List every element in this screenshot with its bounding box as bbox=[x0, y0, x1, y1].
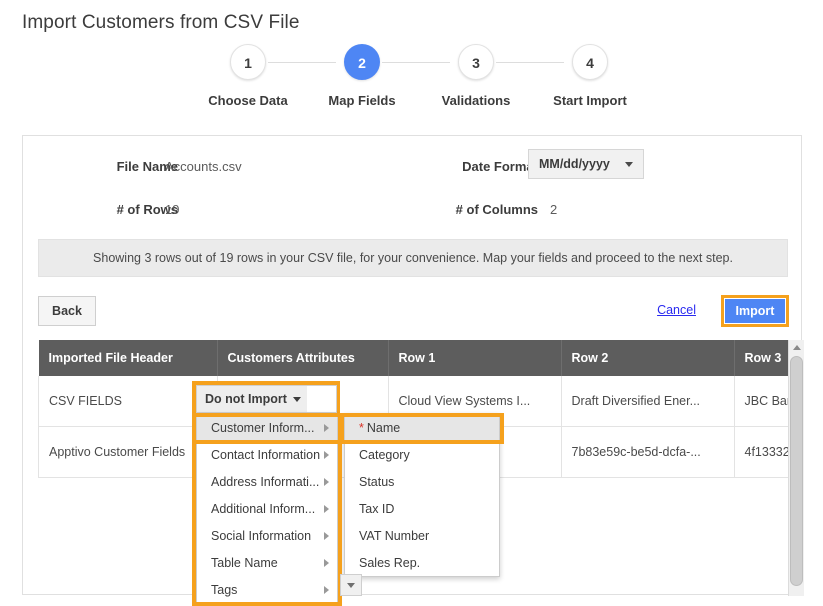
submenu-item-tax-id[interactable]: Tax ID bbox=[345, 495, 499, 522]
submenu-item-label: Status bbox=[359, 474, 395, 489]
scroll-up-arrow-icon[interactable] bbox=[789, 340, 804, 355]
menu-item-social-information[interactable]: Social Information bbox=[197, 522, 337, 549]
chevron-right-icon bbox=[324, 450, 329, 459]
chevron-right-icon bbox=[324, 531, 329, 540]
stepper-step-3[interactable]: 3 Validations bbox=[428, 44, 524, 108]
stepper-step-4-number: 4 bbox=[572, 44, 608, 80]
date-format-select[interactable]: MM/dd/yyyy bbox=[528, 149, 644, 179]
chevron-right-icon bbox=[324, 504, 329, 513]
dropdown-selected-label: Do not Import bbox=[205, 392, 287, 406]
menu-item-address-information[interactable]: Address Informati... bbox=[197, 468, 337, 495]
menu-item-label: Tags bbox=[211, 582, 238, 597]
file-name-value: Accounts.csv bbox=[165, 159, 242, 174]
submenu-item-category[interactable]: Category bbox=[345, 441, 499, 468]
submenu-item-name[interactable]: * Name bbox=[345, 414, 499, 441]
stepper-step-1-label: Choose Data bbox=[208, 93, 288, 108]
stepper-step-3-number: 3 bbox=[458, 44, 494, 80]
chevron-right-icon bbox=[324, 423, 329, 432]
submenu-item-vat-number[interactable]: VAT Number bbox=[345, 522, 499, 549]
menu-item-table-name[interactable]: Table Name bbox=[197, 549, 337, 576]
cell-csv-fields-row2: Draft Diversified Ener... bbox=[560, 376, 735, 427]
cell-apptivo-fields-row3: 4f133329-7d60-8b1a... bbox=[733, 426, 788, 478]
stepper-step-1[interactable]: 1 Choose Data bbox=[200, 44, 296, 108]
page-title: Import Customers from CSV File bbox=[22, 12, 300, 33]
table-vertical-scrollbar[interactable] bbox=[788, 340, 804, 596]
menu-item-label: Address Informati... bbox=[211, 474, 320, 489]
date-format-selected-value: MM/dd/yyyy bbox=[539, 157, 610, 171]
import-button[interactable]: Import bbox=[725, 299, 785, 323]
rows-count-value: 19 bbox=[165, 202, 180, 217]
column-header-row-2[interactable]: Row 2 bbox=[561, 340, 735, 376]
submenu-item-sales-rep[interactable]: Sales Rep. bbox=[345, 549, 499, 576]
stepper-step-4-label: Start Import bbox=[553, 93, 627, 108]
import-button-highlight: Import bbox=[721, 295, 789, 327]
info-banner-text: Showing 3 rows out of 19 rows in your CS… bbox=[93, 251, 733, 265]
triangle-up-glyph bbox=[792, 345, 801, 350]
submenu-item-status[interactable]: Status bbox=[345, 468, 499, 495]
date-format-label: Date Format bbox=[462, 159, 538, 174]
submenu-item-label: Category bbox=[359, 447, 410, 462]
cell-csv-fields-header: CSV FIELDS bbox=[38, 376, 218, 427]
submenu-item-label: Tax ID bbox=[359, 501, 395, 516]
stepper-line-2-3 bbox=[382, 62, 450, 63]
required-asterisk-icon: * bbox=[359, 420, 364, 435]
menu-item-label: Contact Information bbox=[211, 447, 321, 462]
menu-item-additional-information[interactable]: Additional Inform... bbox=[197, 495, 337, 522]
column-header-row-3[interactable]: Row 3 bbox=[734, 340, 788, 376]
dropdown-submenu-customer-information: * Name Category Status Tax ID VAT Number… bbox=[344, 413, 500, 577]
back-button[interactable]: Back bbox=[38, 296, 96, 326]
scrollbar-thumb[interactable] bbox=[790, 356, 803, 586]
stepper-step-3-label: Validations bbox=[441, 93, 511, 108]
columns-count-value: 2 bbox=[550, 202, 558, 217]
stepper-step-1-number: 1 bbox=[230, 44, 266, 80]
chevron-down-icon bbox=[292, 396, 301, 402]
menu-item-label: Social Information bbox=[211, 528, 312, 543]
column-header-row-1[interactable]: Row 1 bbox=[388, 340, 562, 376]
menu-item-label: Table Name bbox=[211, 555, 278, 570]
menu-item-customer-information[interactable]: Customer Inform... bbox=[197, 414, 337, 441]
dropdown-button-extra-field[interactable] bbox=[307, 385, 337, 413]
import-stepper: 1 Choose Data 2 Map Fields 3 Validations… bbox=[200, 44, 627, 114]
cell-csv-fields-row3: JBC Bank bbox=[733, 376, 788, 427]
column-header-imported-file-header[interactable]: Imported File Header bbox=[38, 340, 218, 376]
submenu-item-label: VAT Number bbox=[359, 528, 430, 543]
submenu-item-label: Name bbox=[366, 420, 401, 435]
menu-item-contact-information[interactable]: Contact Information bbox=[197, 441, 337, 468]
table-header-row: Imported File Header Customers Attribute… bbox=[38, 340, 788, 376]
columns-count-label: # of Columns bbox=[455, 202, 538, 217]
column-header-customers-attributes[interactable]: Customers Attributes bbox=[217, 340, 389, 376]
stepper-step-2[interactable]: 2 Map Fields bbox=[314, 44, 410, 108]
stepper-step-2-label: Map Fields bbox=[328, 93, 396, 108]
stepper-step-2-number: 2 bbox=[344, 44, 380, 80]
stepper-step-4[interactable]: 4 Start Import bbox=[542, 44, 638, 108]
scroll-down-arrow-icon[interactable] bbox=[340, 574, 362, 596]
cell-apptivo-fields-header: Apptivo Customer Fields bbox=[38, 426, 218, 478]
chevron-right-icon bbox=[324, 477, 329, 486]
dropdown-menu-level-1: Customer Inform... Contact Information A… bbox=[196, 413, 338, 604]
cell-apptivo-fields-row2: 7b83e59c-be5d-dcfa-... bbox=[560, 426, 735, 478]
stepper-line-1-2 bbox=[268, 62, 336, 63]
cancel-link[interactable]: Cancel bbox=[657, 303, 696, 317]
menu-item-label: Customer Inform... bbox=[211, 420, 315, 435]
chevron-right-icon bbox=[324, 585, 329, 594]
submenu-item-label: Sales Rep. bbox=[359, 555, 421, 570]
chevron-right-icon bbox=[324, 558, 329, 567]
menu-item-label: Additional Inform... bbox=[211, 501, 316, 516]
stepper-line-3-4 bbox=[496, 62, 564, 63]
menu-item-tags[interactable]: Tags bbox=[197, 576, 337, 603]
info-banner: Showing 3 rows out of 19 rows in your CS… bbox=[38, 239, 788, 277]
triangle-down-glyph bbox=[347, 582, 355, 588]
chevron-down-icon bbox=[625, 161, 633, 167]
